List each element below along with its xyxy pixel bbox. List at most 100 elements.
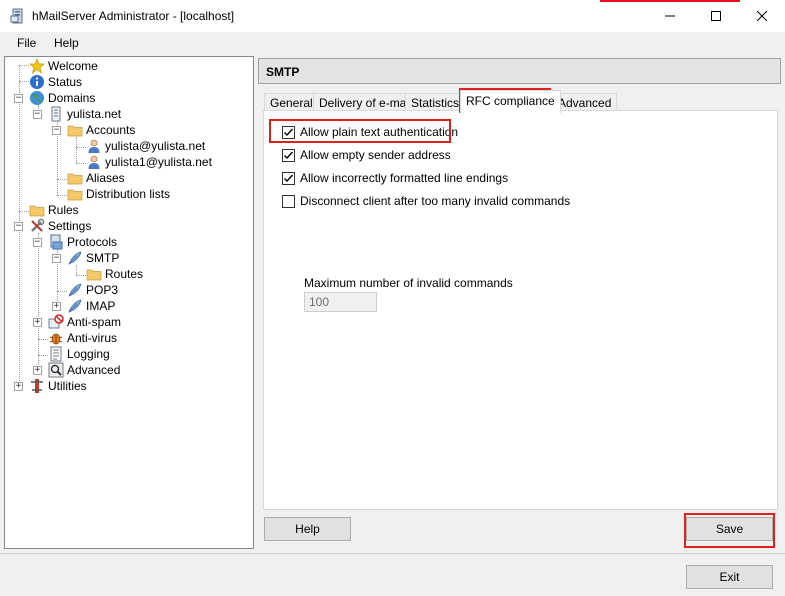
- tree-item-settings[interactable]: Settings: [29, 218, 91, 234]
- tree-line: [76, 275, 86, 276]
- tree-item-account-2[interactable]: yulista1@yulista.net: [86, 154, 212, 170]
- tree-item-imap[interactable]: IMAP: [67, 298, 115, 314]
- max-invalid-label: Maximum number of invalid commands: [304, 276, 513, 290]
- globe-icon: [29, 90, 45, 106]
- max-invalid-input[interactable]: [304, 292, 377, 312]
- minimize-button[interactable]: [647, 0, 693, 32]
- tree-item-accounts[interactable]: Accounts: [67, 122, 135, 138]
- tree-line: [19, 81, 29, 82]
- panel-title: SMTP: [258, 58, 781, 84]
- log-icon: [48, 346, 64, 362]
- window-title: hMailServer Administrator - [localhost]: [32, 9, 235, 23]
- star-icon: [29, 58, 45, 74]
- utilities-icon: [29, 378, 45, 394]
- protocols-icon: [48, 234, 64, 250]
- tree-item-pop3[interactable]: POP3: [67, 282, 118, 298]
- folder-icon: [86, 266, 102, 282]
- tree-item-advanced[interactable]: Advanced: [48, 362, 120, 378]
- divider: [0, 553, 785, 554]
- tree-line: [76, 163, 86, 164]
- menu-help[interactable]: Help: [54, 36, 79, 50]
- feather-icon: [67, 282, 83, 298]
- expand-toggle-utilities[interactable]: +: [14, 382, 23, 391]
- tree-item-domain[interactable]: yulista.net: [48, 106, 121, 122]
- checkmark-icon: [284, 174, 294, 182]
- checkbox-disconnect-invalid[interactable]: [282, 194, 295, 208]
- tree-line: [76, 265, 77, 275]
- tree-line: [19, 211, 29, 212]
- tree-item-utilities[interactable]: Utilities: [29, 378, 87, 394]
- close-icon: [757, 11, 767, 21]
- checkbox-plain-text-auth[interactable]: [282, 125, 295, 139]
- minimize-icon: [665, 15, 675, 17]
- menu-file[interactable]: File: [17, 36, 36, 50]
- feather-icon: [67, 298, 83, 314]
- navigation-tree: − − − − − − + + + + Welcome Status Domai…: [4, 56, 254, 549]
- feather-icon: [67, 250, 83, 266]
- expand-toggle-imap[interactable]: +: [52, 302, 61, 311]
- checkbox-line-endings[interactable]: [282, 171, 295, 185]
- option-plain-text-auth[interactable]: Allow plain text authentication: [282, 124, 458, 140]
- tab-rfc-compliance[interactable]: RFC compliance: [460, 90, 561, 113]
- tree-item-anti-virus[interactable]: Anti-virus: [48, 330, 117, 346]
- option-disconnect-invalid[interactable]: Disconnect client after too many invalid…: [282, 193, 570, 209]
- server-icon: [10, 8, 26, 24]
- title-bar: hMailServer Administrator - [localhost]: [0, 0, 785, 32]
- option-empty-sender[interactable]: Allow empty sender address: [282, 147, 451, 163]
- settings-panel: SMTP General Delivery of e-mail Statisti…: [258, 56, 782, 551]
- checkmark-icon: [284, 151, 294, 159]
- folder-icon: [67, 170, 83, 186]
- collapse-toggle-protocols[interactable]: −: [33, 238, 42, 247]
- tree-line: [76, 147, 86, 148]
- tree-item-distribution-lists[interactable]: Distribution lists: [67, 186, 170, 202]
- rfc-compliance-page: Allow plain text authentication Allow em…: [263, 110, 778, 510]
- tree-line: [57, 195, 67, 196]
- checkbox-empty-sender[interactable]: [282, 148, 295, 162]
- expand-toggle-anti-spam[interactable]: +: [33, 318, 42, 327]
- tree-item-logging[interactable]: Logging: [48, 346, 110, 362]
- tree-line: [57, 291, 67, 292]
- tree-item-smtp[interactable]: SMTP: [67, 250, 119, 266]
- maximize-icon: [711, 11, 721, 21]
- tree-item-status[interactable]: Status: [29, 74, 82, 90]
- tree-item-anti-spam[interactable]: Anti-spam: [48, 314, 121, 330]
- tree-item-aliases[interactable]: Aliases: [67, 170, 125, 186]
- tree-line: [38, 355, 48, 356]
- user-icon: [86, 138, 102, 154]
- option-line-endings[interactable]: Allow incorrectly formatted line endings: [282, 170, 508, 186]
- collapse-toggle-smtp[interactable]: −: [52, 254, 61, 263]
- tree-item-account-1[interactable]: yulista@yulista.net: [86, 138, 205, 154]
- tree-line: [38, 233, 39, 371]
- tree-item-rules[interactable]: Rules: [29, 202, 79, 218]
- help-button[interactable]: Help: [264, 517, 351, 541]
- tree-item-welcome[interactable]: Welcome: [29, 58, 98, 74]
- bug-icon: [48, 330, 64, 346]
- tree-line: [38, 339, 48, 340]
- tree-line: [19, 65, 29, 66]
- collapse-toggle-domains[interactable]: −: [14, 94, 23, 103]
- collapse-toggle-settings[interactable]: −: [14, 222, 23, 231]
- folder-icon: [67, 122, 83, 138]
- no-spam-icon: [48, 314, 64, 330]
- info-icon: [29, 74, 45, 90]
- save-button[interactable]: Save: [686, 517, 773, 541]
- menu-bar: File Help: [0, 32, 785, 54]
- tree-line: [76, 137, 77, 163]
- folder-icon: [29, 202, 45, 218]
- collapse-toggle-accounts[interactable]: −: [52, 126, 61, 135]
- user-icon: [86, 154, 102, 170]
- tree-item-routes[interactable]: Routes: [86, 266, 143, 282]
- checkmark-icon: [284, 128, 294, 136]
- maximize-button[interactable]: [693, 0, 739, 32]
- close-button[interactable]: [739, 0, 785, 32]
- magnifier-icon: [48, 362, 64, 378]
- document-icon: [48, 106, 64, 122]
- tools-icon: [29, 218, 45, 234]
- tree-item-protocols[interactable]: Protocols: [48, 234, 117, 250]
- folder-icon: [67, 186, 83, 202]
- expand-toggle-advanced[interactable]: +: [33, 366, 42, 375]
- tree-item-domains[interactable]: Domains: [29, 90, 95, 106]
- collapse-toggle-domain[interactable]: −: [33, 110, 42, 119]
- tree-line: [57, 179, 67, 180]
- exit-button[interactable]: Exit: [686, 565, 773, 589]
